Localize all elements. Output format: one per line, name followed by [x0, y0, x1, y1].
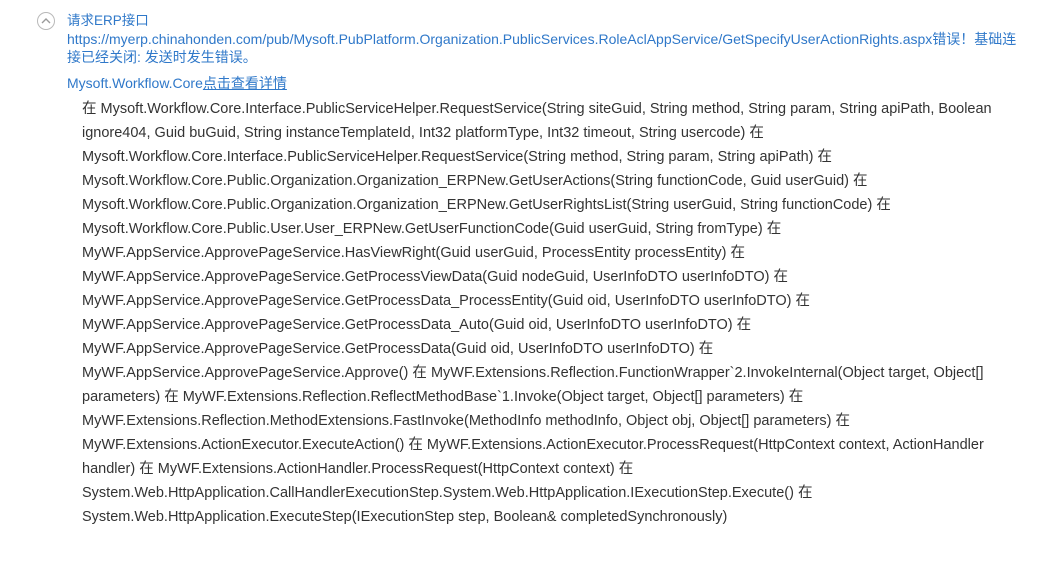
error-panel: 请求ERP接口 https://myerp.chinahonden.com/pu…: [0, 0, 1057, 583]
error-source-row: Mysoft.Workflow.Core点击查看详情: [67, 73, 287, 93]
error-message: https://myerp.chinahonden.com/pub/Mysoft…: [67, 31, 1017, 65]
error-source: Mysoft.Workflow.Core: [67, 75, 203, 91]
view-details-link[interactable]: 点击查看详情: [203, 75, 287, 91]
error-header: 请求ERP接口 https://myerp.chinahonden.com/pu…: [67, 11, 1022, 66]
stack-trace: 在 Mysoft.Workflow.Core.Interface.PublicS…: [82, 101, 992, 525]
chevron-up-icon: [41, 18, 51, 24]
collapse-button[interactable]: [37, 12, 55, 30]
error-title: 请求ERP接口: [67, 13, 149, 28]
